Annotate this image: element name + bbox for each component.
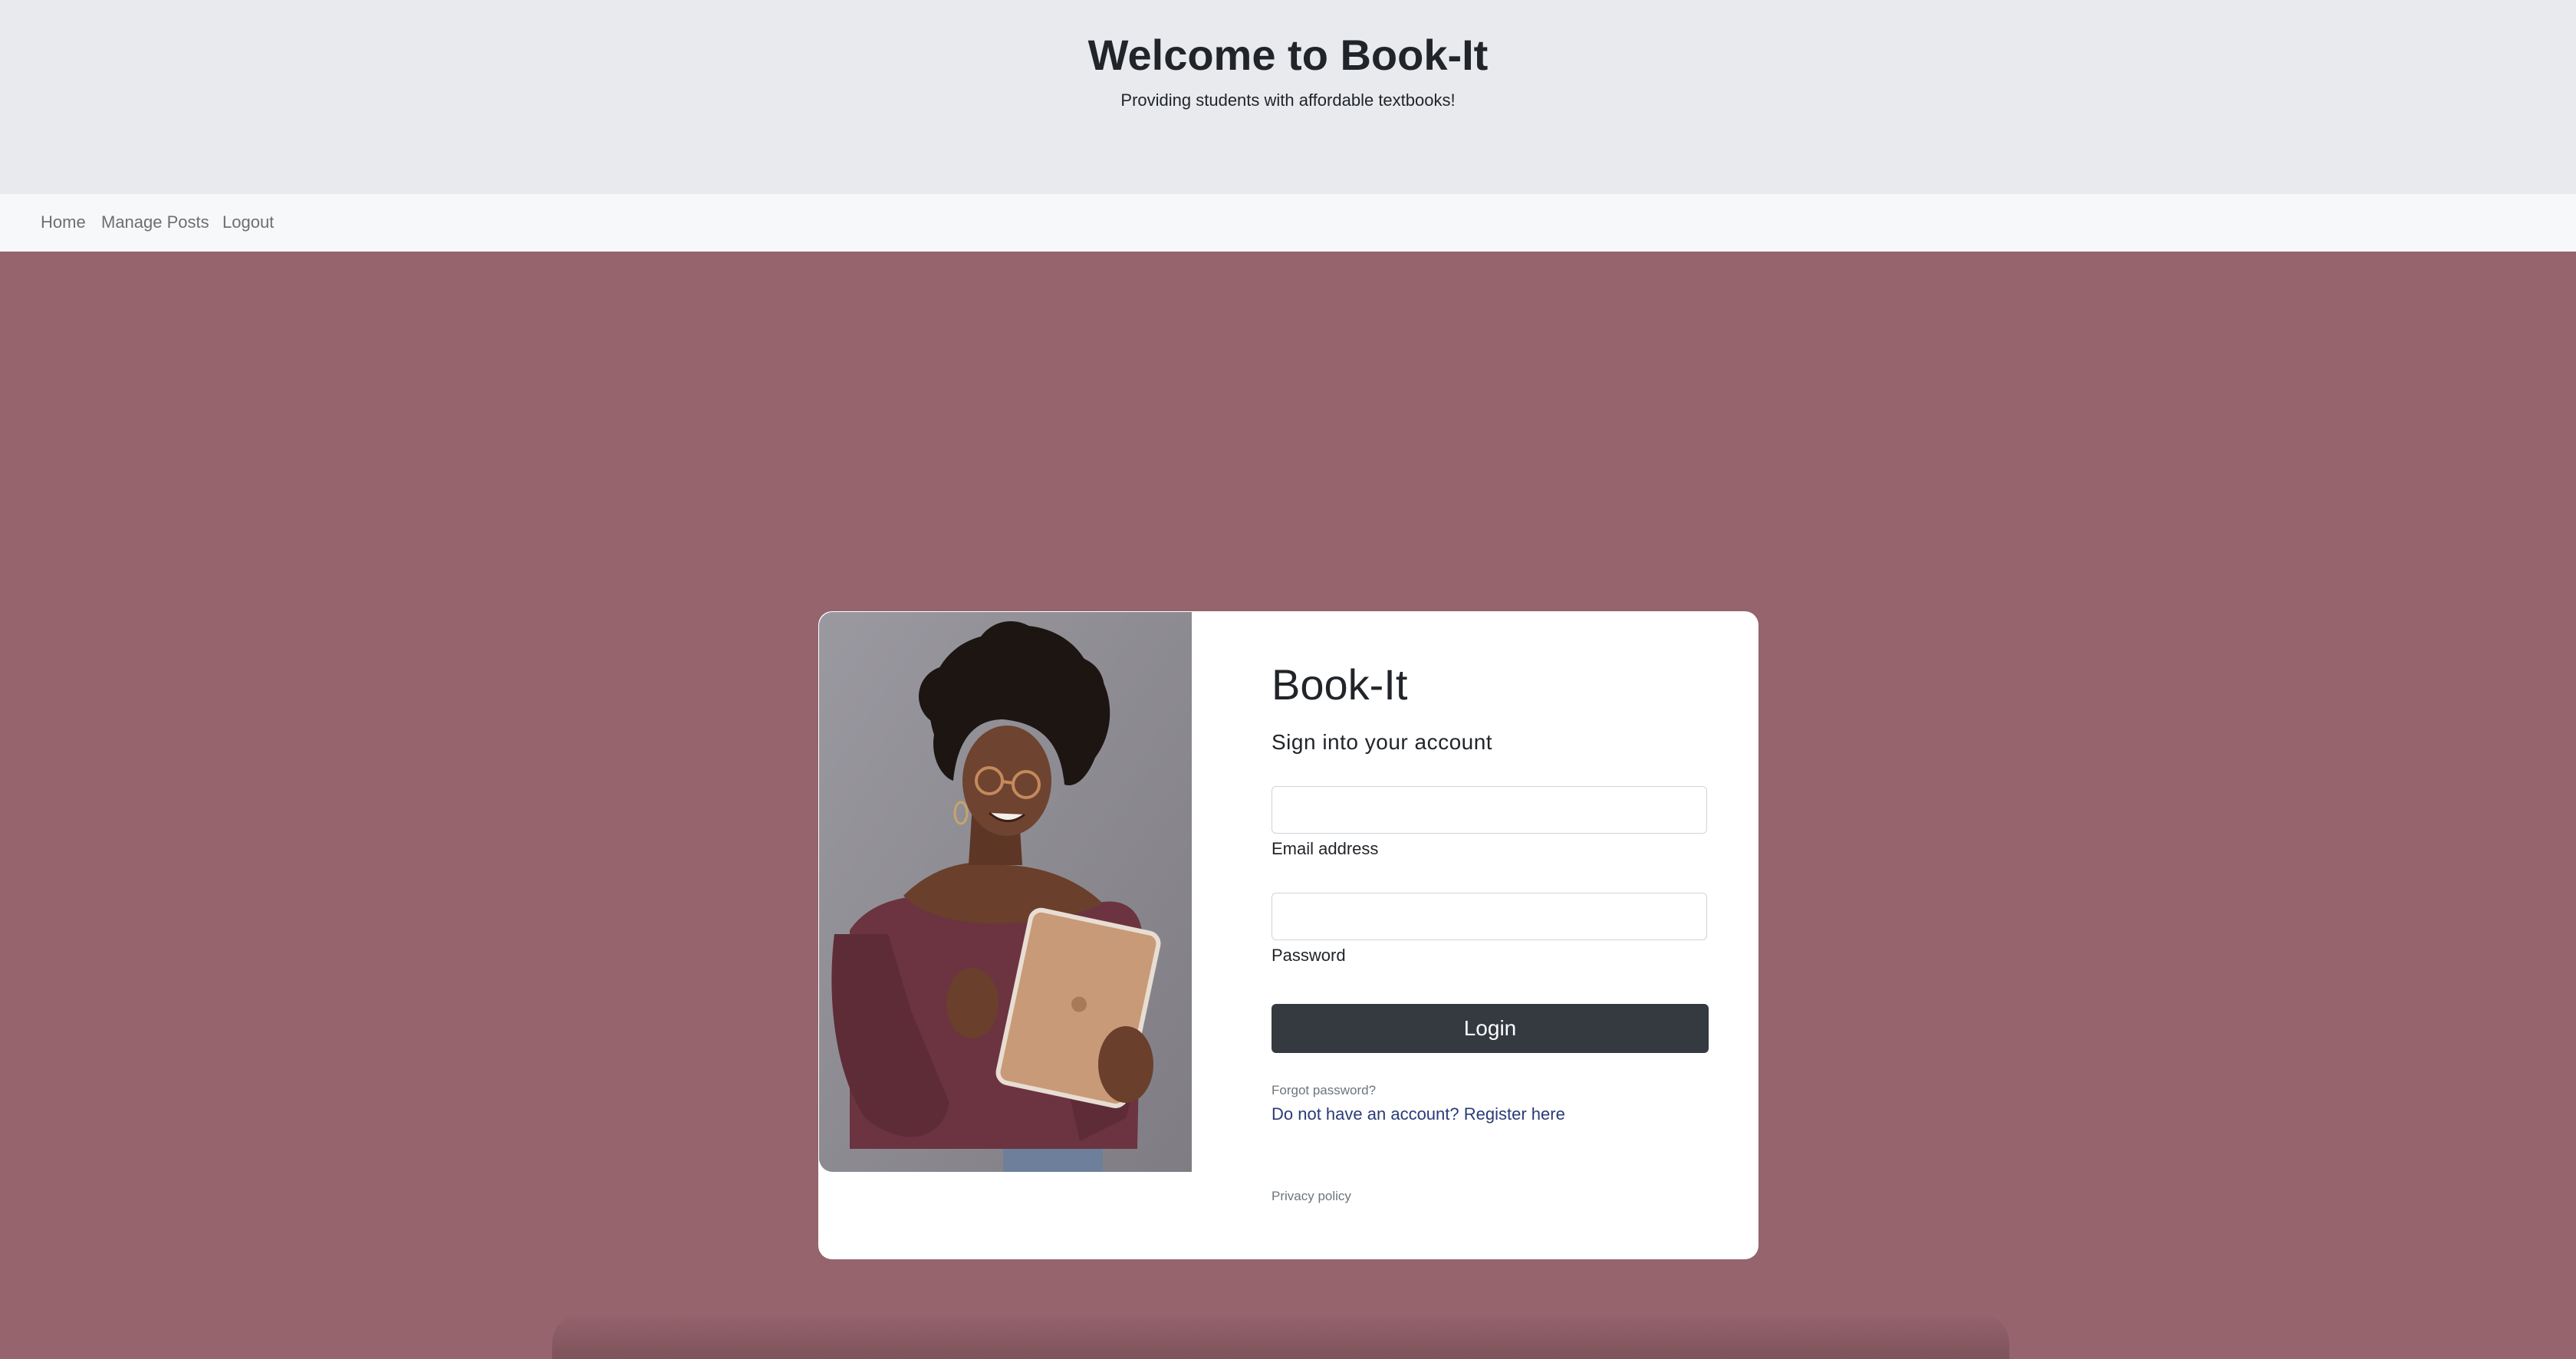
woman-with-tablet-photo: [819, 612, 1192, 1172]
sign-in-subtitle: Sign into your account: [1272, 730, 1493, 754]
register-link[interactable]: Do not have an account? Register here: [1272, 1104, 1565, 1125]
site-header: Welcome to Book-It Providing students wi…: [0, 0, 2576, 194]
nav-home-link[interactable]: Home: [41, 211, 86, 234]
email-label: Email address: [1272, 839, 1379, 858]
password-field[interactable]: [1272, 893, 1707, 940]
password-label: Password: [1272, 946, 1346, 965]
forgot-password-link[interactable]: Forgot password?: [1272, 1082, 1376, 1099]
nav-logout-link[interactable]: Logout: [222, 211, 274, 234]
email-field[interactable]: [1272, 786, 1707, 834]
top-navbar: Home Manage Posts Logout: [0, 194, 2576, 252]
privacy-policy-link[interactable]: Privacy policy: [1272, 1188, 1351, 1205]
login-button[interactable]: Login: [1272, 1004, 1709, 1053]
login-form: Book-It Sign into your account Email add…: [1272, 611, 1709, 1259]
page-title: Welcome to Book-It: [1087, 31, 1489, 79]
nav-manage-posts-link[interactable]: Manage Posts: [101, 211, 209, 234]
brand-title: Book-It: [1272, 660, 1408, 709]
login-card: Book-It Sign into your account Email add…: [818, 611, 1758, 1259]
footer-shadow: [552, 1313, 2009, 1359]
site-tagline: Providing students with affordable textb…: [1120, 90, 1456, 110]
